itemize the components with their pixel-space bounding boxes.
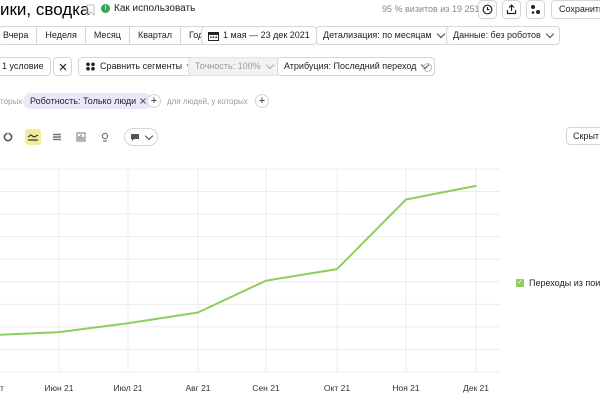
conditions-button[interactable]: 1 условие [0, 57, 51, 76]
info-icon[interactable]: i [423, 63, 432, 72]
series-line[interactable] [0, 184, 477, 336]
line-chart-icon [27, 134, 39, 141]
legend-series-label: Переходы из поиск [529, 278, 600, 288]
data-point[interactable] [127, 322, 129, 325]
map-pin-icon [101, 132, 109, 142]
chart-type-bar[interactable] [73, 129, 89, 145]
share-button[interactable] [526, 0, 545, 19]
visits-sample-info: 95 % визитов из 19 251 [382, 4, 480, 14]
chart-type-line[interactable] [25, 129, 41, 145]
clock-icon [482, 4, 493, 15]
x-tick-label: Авг 21 [185, 383, 210, 393]
x-tick-label: Июл 21 [113, 383, 142, 393]
accuracy-select[interactable]: Точность: 100% [188, 57, 280, 76]
x-tick-label: Июн 21 [45, 383, 74, 393]
bar-chart-icon [76, 132, 86, 142]
page-title: ики, сводка [0, 0, 90, 19]
people-segment-label: для людей, у которых [167, 97, 248, 106]
chart-type-map[interactable] [97, 129, 113, 145]
compare-segments-label: Сравнить сегменты [100, 61, 183, 71]
attribution-label: Атрибуция: Последний переход [284, 61, 417, 71]
detail-select[interactable]: Детализация: по месяцам [316, 26, 451, 45]
add-segment-button[interactable]: + [147, 94, 161, 108]
data-point[interactable] [197, 311, 199, 314]
help-icon: ! [101, 4, 110, 13]
period-week[interactable]: Неделя [36, 26, 86, 45]
date-range-label: 1 мая — 23 дек 2021 [223, 30, 310, 40]
x-tick-label: Окт 21 [324, 383, 350, 393]
segments-icon [86, 62, 95, 71]
save-button[interactable]: Сохранить [551, 0, 600, 19]
calendar-icon [208, 31, 219, 41]
annotations-select[interactable] [124, 128, 158, 146]
data-point[interactable] [336, 268, 338, 270]
visits-line-chart: т Июн 21 Июл 21 Авг 21 Сен 21 Окт 21 Ноя 21 Дек… [0, 168, 500, 393]
chart-grid [0, 168, 500, 373]
pie-chart-icon [3, 132, 13, 142]
x-tick-label: Дек 21 [463, 383, 489, 393]
history-button[interactable] [478, 0, 497, 19]
period-yesterday[interactable]: Вчера [0, 26, 38, 45]
hide-chart-button[interactable]: Скрыт [566, 127, 600, 145]
chart-type-pie[interactable] [0, 129, 16, 145]
detail-label: Детализация: по месяцам [323, 30, 432, 40]
conditions-label: 1 условие [2, 61, 44, 71]
legend-checkbox[interactable]: ✓ [516, 279, 524, 287]
data-point[interactable] [475, 185, 477, 187]
data-point[interactable] [58, 331, 60, 333]
attribution-select[interactable]: Атрибуция: Последний переход [277, 57, 436, 76]
segment-prefix-label: торых [0, 97, 23, 106]
chevron-down-icon [436, 29, 445, 39]
period-month[interactable]: Месяц [84, 26, 130, 45]
share-icon [531, 5, 540, 14]
bookmark-icon[interactable] [86, 4, 95, 16]
comment-icon [131, 133, 139, 141]
clear-conditions-button[interactable] [53, 57, 72, 76]
period-quarter[interactable]: Квартал [128, 26, 181, 45]
period-selector: Вчера Неделя Месяц Квартал Год [0, 26, 213, 45]
chevron-down-icon [265, 60, 274, 70]
data-point[interactable] [265, 279, 267, 282]
close-icon [59, 63, 66, 70]
data-filter-label: Данные: без роботов [453, 30, 541, 40]
chart-legend: ✓ Переходы из поиск [516, 278, 600, 288]
upload-icon [506, 4, 517, 15]
data-filter-select[interactable]: Данные: без роботов [446, 26, 560, 45]
compare-segments-select[interactable]: Сравнить сегменты [78, 57, 202, 76]
chip-close-icon[interactable] [140, 98, 147, 104]
segment-chip-robots[interactable]: Роботность: Только люди [23, 93, 153, 109]
chevron-down-icon [144, 131, 154, 140]
how-to-use-label: Как использовать [114, 3, 196, 14]
how-to-use-link[interactable]: ! Как использовать [101, 3, 195, 14]
date-range-picker[interactable]: 1 мая — 23 дек 2021 [201, 26, 317, 45]
chart-type-stacked[interactable] [49, 129, 65, 145]
export-button[interactable] [502, 0, 521, 19]
stacked-area-icon [53, 133, 61, 141]
data-point[interactable] [405, 198, 407, 201]
segment-chip-label: Роботность: Только люди [30, 96, 137, 106]
x-tick-label: Ноя 21 [392, 383, 420, 393]
x-tick-label: Сен 21 [252, 383, 280, 393]
hide-chart-label: Скрыт [573, 130, 600, 141]
accuracy-label: Точность: 100% [195, 61, 261, 71]
add-people-segment-button[interactable]: + [255, 94, 269, 108]
chevron-down-icon [545, 29, 555, 39]
x-tick-label: т [0, 383, 4, 393]
